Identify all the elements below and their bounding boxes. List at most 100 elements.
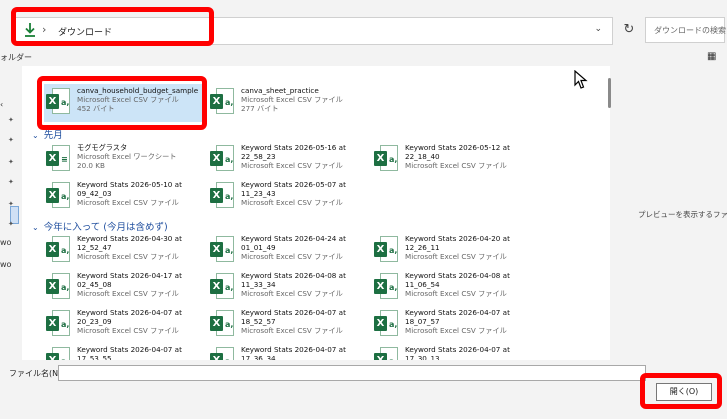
pin-icon: ✦ — [8, 158, 14, 166]
chevron-down-icon[interactable]: ⌄ — [594, 24, 602, 34]
file-name-line2: 22_18_40 — [405, 152, 440, 161]
vertical-scrollbar[interactable] — [606, 66, 614, 360]
file-name-line2: 12_26_11 — [405, 243, 440, 252]
file-item[interactable]: Xa, Keyword Stats 2026-04-07 at 17_53_55 — [44, 343, 204, 360]
file-name-line2: 17_36_34 — [241, 354, 276, 360]
file-item[interactable]: Xa, Keyword Stats 2026-04-20 at 12_26_11… — [372, 232, 532, 270]
file-name-line2: 11_23_43 — [241, 189, 276, 198]
annotation-highlight-open-button — [640, 373, 722, 409]
file-item[interactable]: Xa, Keyword Stats 2026-04-07 at 20_23_09… — [44, 306, 204, 344]
search-placeholder: ダウンロードの検索 — [654, 26, 726, 35]
file-name-line2: 01_01_49 — [241, 243, 276, 252]
file-name: Keyword Stats 2026-04-08 at — [241, 271, 346, 280]
excel-csv-icon: Xa, — [374, 236, 398, 264]
pin-icon: ✦ — [8, 178, 14, 186]
file-name-line2: 11_06_54 — [405, 280, 440, 289]
excel-csv-icon: Xa, — [210, 145, 234, 173]
excel-csv-icon: Xa, — [210, 273, 234, 301]
file-name-line2: 17_30_13 — [405, 354, 440, 360]
file-item[interactable]: Xa, Keyword Stats 2026-04-07 at 17_36_34 — [208, 343, 368, 360]
file-name: Keyword Stats 2026-05-07 at — [241, 180, 346, 189]
file-name: Keyword Stats 2026-04-30 at — [77, 234, 182, 243]
filename-label: ファイル名(N): — [9, 369, 64, 378]
excel-csv-icon: Xa, — [46, 182, 70, 210]
preview-placeholder-text: プレビューを表示するファイ — [638, 210, 727, 219]
file-item[interactable]: Xa, Keyword Stats 2026-04-07 at 18_07_57… — [372, 306, 532, 344]
file-type: Microsoft Excel CSV ファイル — [241, 289, 343, 298]
file-name-line2: 18_07_57 — [405, 317, 440, 326]
view-options-icon[interactable]: ▦ — [707, 51, 716, 62]
file-name: Keyword Stats 2026-04-24 at — [241, 234, 346, 243]
file-item[interactable]: Xa, Keyword Stats 2026-04-24 at 01_01_49… — [208, 232, 368, 270]
navigation-pane: ‹ ✦ ✦ ✦ ✦ ✦ ✦ wo wo — [0, 68, 20, 360]
file-item[interactable]: Xa, Keyword Stats 2026-04-07 at 17_30_13 — [372, 343, 532, 360]
chevron-down-icon: ⌄ — [32, 223, 39, 232]
file-item[interactable]: Xa, Keyword Stats 2026-04-07 at 18_52_57… — [208, 306, 368, 344]
file-item[interactable]: Xa, Keyword Stats 2026-04-08 at 11_06_54… — [372, 269, 532, 307]
refresh-icon[interactable]: ↻ — [617, 18, 641, 42]
pin-icon: ✦ — [8, 116, 14, 124]
search-input[interactable]: ダウンロードの検索 — [645, 17, 726, 43]
annotation-highlight-address — [11, 7, 214, 46]
file-size: 277 バイト — [241, 104, 279, 113]
excel-csv-icon: Xa, — [374, 310, 398, 338]
excel-csv-icon: Xa, — [46, 236, 70, 264]
excel-csv-icon: Xa, — [210, 236, 234, 264]
nav-item-label[interactable]: wo — [0, 238, 11, 247]
file-type: Microsoft Excel CSV ファイル — [77, 289, 179, 298]
group-label: 先月 — [43, 130, 63, 141]
file-item[interactable]: Xa, Keyword Stats 2026-05-07 at 11_23_43… — [208, 178, 368, 216]
file-type: Microsoft Excel CSV ファイル — [241, 198, 343, 207]
file-item[interactable]: Xa, Keyword Stats 2026-05-10 at 09_42_03… — [44, 178, 204, 216]
file-name-line2: 18_52_57 — [241, 317, 276, 326]
file-name: Keyword Stats 2026-04-07 at — [241, 308, 346, 317]
excel-csv-icon: Xa, — [374, 145, 398, 173]
file-item[interactable]: Xa, Keyword Stats 2026-04-17 at 02_45_08… — [44, 269, 204, 307]
file-name-line2: 12_52_47 — [77, 243, 112, 252]
nav-item-label[interactable]: wo — [0, 260, 11, 269]
file-item[interactable]: Xa, Keyword Stats 2026-04-30 at 12_52_47… — [44, 232, 204, 270]
file-name: Keyword Stats 2026-04-20 at — [405, 234, 510, 243]
file-item[interactable]: Xa, canva_sheet_practice Microsoft Excel… — [208, 84, 368, 122]
excel-csv-icon: Xa, — [210, 88, 234, 116]
pin-icon: ✦ — [8, 136, 14, 144]
pin-icon: ✦ — [8, 200, 14, 208]
file-name: Keyword Stats 2026-05-10 at — [77, 180, 182, 189]
file-name: Keyword Stats 2026-04-07 at — [405, 308, 510, 317]
file-type: Microsoft Excel CSV ファイル — [77, 326, 179, 335]
excel-workbook-icon: X ≡ — [46, 145, 70, 173]
file-type: Microsoft Excel CSV ファイル — [241, 326, 343, 335]
file-item[interactable]: Xa, Keyword Stats 2026-05-12 at 22_18_40… — [372, 141, 532, 179]
file-name: Keyword Stats 2026-04-07 at — [405, 345, 510, 354]
scrollbar-thumb[interactable] — [608, 78, 611, 108]
file-type: Microsoft Excel CSV ファイル — [405, 161, 507, 170]
file-name-line2: 02_45_08 — [77, 280, 112, 289]
file-name: Keyword Stats 2026-05-16 at — [241, 143, 346, 152]
file-name: Keyword Stats 2026-04-07 at — [241, 345, 346, 354]
new-folder-label[interactable]: ォルダー — [0, 52, 32, 63]
annotation-highlight-file — [37, 76, 207, 130]
file-type: Microsoft Excel CSV ファイル — [405, 289, 507, 298]
pin-icon: ✦ — [8, 220, 14, 228]
file-item[interactable]: Xa, Keyword Stats 2026-05-16 at 22_58_23… — [208, 141, 368, 179]
group-header-this-year[interactable]: ⌄ 今年に入って (今月は含めず) — [32, 219, 168, 233]
nav-chevron-icon[interactable]: ‹ — [0, 100, 3, 109]
filename-input[interactable] — [58, 365, 646, 381]
file-name-line2: 20_23_09 — [77, 317, 112, 326]
excel-csv-icon: Xa, — [210, 182, 234, 210]
file-name-line2: 17_53_55 — [77, 354, 112, 360]
file-type: Microsoft Excel CSV ファイル — [405, 326, 507, 335]
excel-csv-icon: Xa, — [210, 347, 234, 360]
file-item[interactable]: X ≡ モグモグラスタ Microsoft Excel ワークシート 20.0 K… — [44, 141, 204, 179]
file-name-line2: 11_33_34 — [241, 280, 276, 289]
file-name: Keyword Stats 2026-04-07 at — [77, 308, 182, 317]
file-item[interactable]: Xa, Keyword Stats 2026-04-08 at 11_33_34… — [208, 269, 368, 307]
excel-csv-icon: Xa, — [210, 310, 234, 338]
file-name-line2: 22_58_23 — [241, 152, 276, 161]
excel-csv-icon: Xa, — [46, 310, 70, 338]
file-size: 20.0 KB — [77, 161, 105, 170]
file-name: Keyword Stats 2026-04-07 at — [77, 345, 182, 354]
mouse-cursor-icon — [574, 70, 588, 89]
file-type: Microsoft Excel CSV ファイル — [405, 252, 507, 261]
file-name: Keyword Stats 2026-04-08 at — [405, 271, 510, 280]
